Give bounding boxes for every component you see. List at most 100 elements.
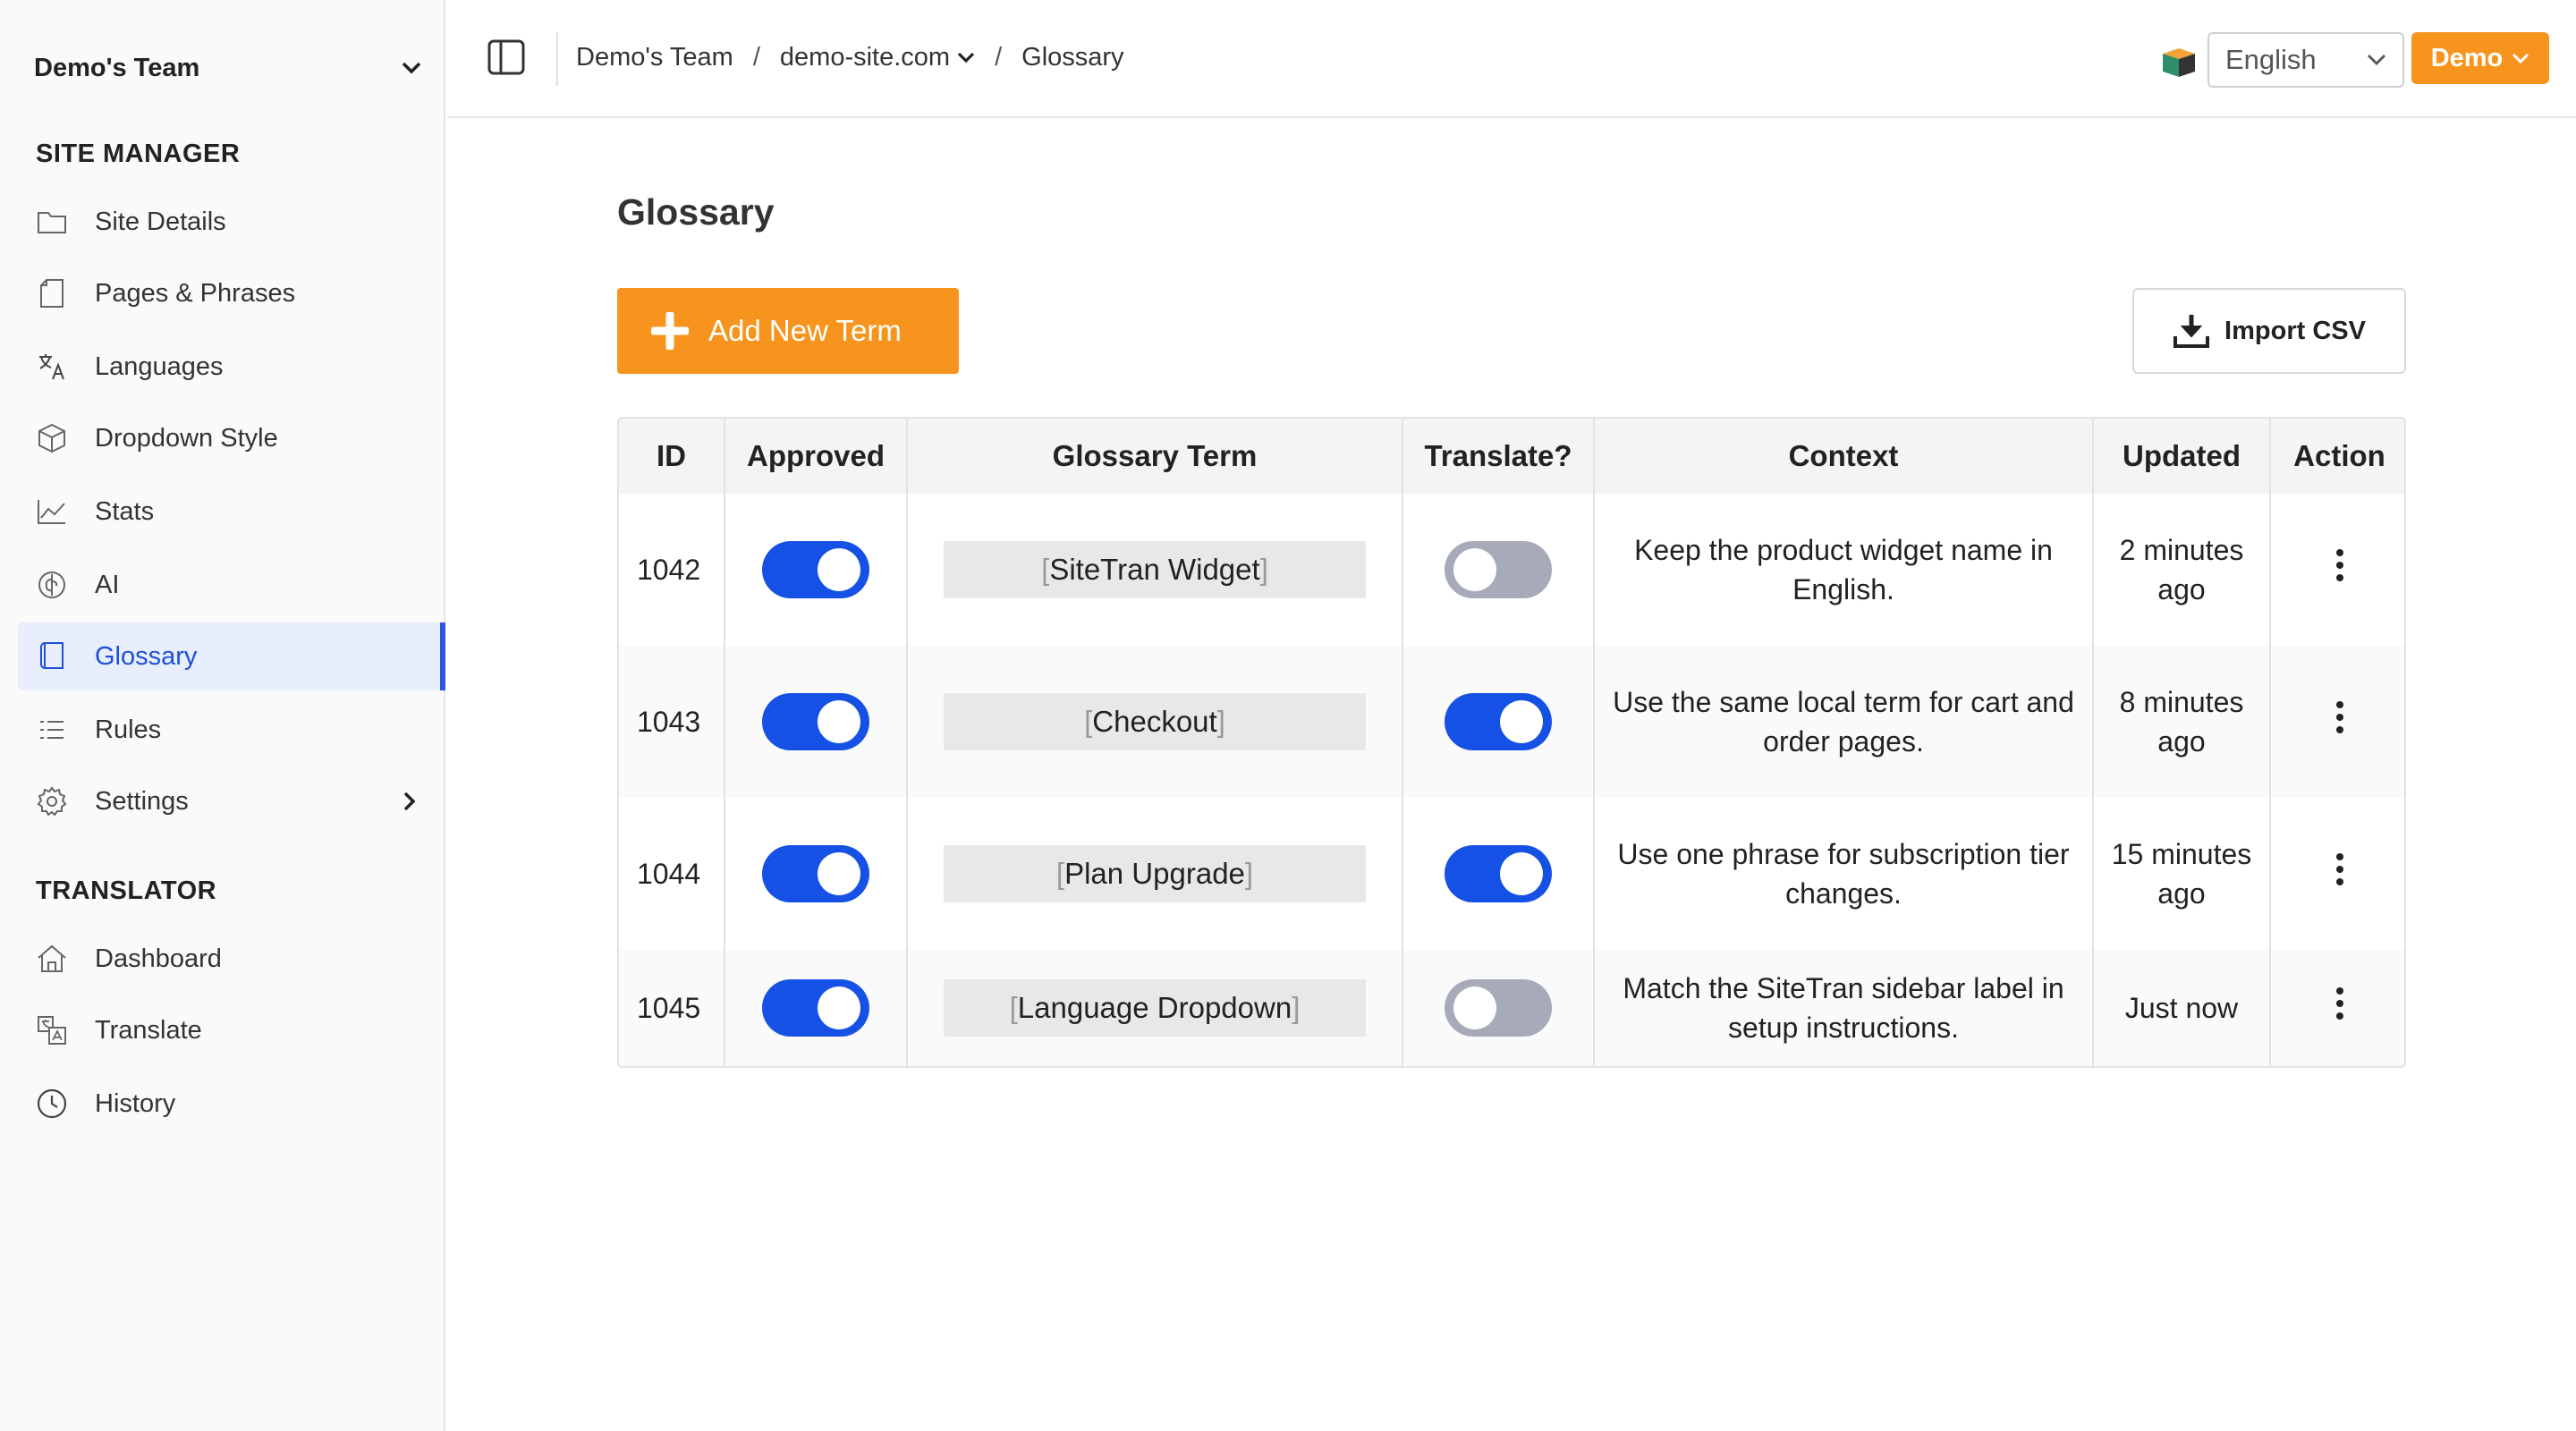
kebab-menu-icon[interactable]	[2335, 547, 2344, 583]
sidebar-item-label: Dashboard	[95, 944, 222, 973]
kebab-menu-icon[interactable]	[2335, 699, 2344, 735]
download-icon	[2174, 315, 2210, 348]
team-switcher[interactable]: Demo's Team	[34, 50, 428, 86]
sidebar-item-languages[interactable]: Languages	[18, 333, 445, 401]
column-header-term: Glossary Term	[907, 419, 1403, 494]
import-csv-button[interactable]: Import CSV	[2132, 288, 2406, 374]
chevron-down-icon	[957, 52, 975, 64]
term-context: Use one phrase for subscription tier cha…	[1594, 798, 2094, 950]
glossary-term: [Checkout]	[944, 693, 1366, 750]
column-header-approved: Approved	[724, 419, 908, 494]
translate-doc-icon	[36, 1014, 68, 1046]
site-manager-heading: SITE MANAGER	[36, 140, 241, 168]
sidebar-item-dashboard[interactable]: Dashboard	[18, 925, 445, 993]
sidebar-item-history[interactable]: History	[18, 1070, 445, 1138]
sidebar-item-dropdown-style[interactable]: Dropdown Style	[18, 404, 445, 472]
glossary-term: [Language Dropdown]	[944, 979, 1366, 1037]
sidebar-item-ai[interactable]: AI	[18, 551, 445, 619]
sidebar-toggle-icon[interactable]	[487, 38, 526, 77]
divider	[556, 32, 558, 86]
line-chart-icon	[36, 495, 68, 528]
translate-toggle[interactable]	[1445, 845, 1552, 902]
term-context: Match the SiteTran sidebar label in setu…	[1594, 950, 2094, 1066]
sidebar-item-pages-phrases[interactable]: Pages & Phrases	[18, 259, 445, 327]
list-icon	[36, 714, 68, 746]
kebab-menu-icon[interactable]	[2335, 986, 2344, 1021]
glossary-term-text: Checkout	[1092, 705, 1217, 738]
sidebar-item-label: Site Details	[95, 207, 226, 236]
language-flag-icon	[2161, 45, 2197, 80]
top-bar: Demo's Team / demo-site.com / Glossary E…	[447, 0, 2576, 118]
plus-icon	[651, 312, 689, 350]
translate-toggle[interactable]	[1445, 979, 1552, 1037]
translate-toggle[interactable]	[1445, 693, 1552, 750]
term-context: Keep the product widget name in English.	[1594, 494, 2094, 646]
sidebar-item-label: Rules	[95, 715, 162, 744]
translate-toggle[interactable]	[1445, 541, 1552, 598]
sidebar-item-label: History	[95, 1088, 176, 1118]
home-icon	[36, 943, 68, 975]
term-context: Use the same local term for cart and ord…	[1594, 646, 2094, 798]
breadcrumb-current: Glossary	[1021, 42, 1124, 72]
language-select[interactable]: English	[2207, 32, 2404, 88]
column-header-id: ID	[619, 419, 725, 494]
chevron-down-icon	[395, 52, 428, 84]
table-header-row: ID Approved Glossary Term Translate? Con…	[619, 419, 2404, 494]
demo-menu-button[interactable]: Demo	[2411, 32, 2549, 84]
approved-toggle[interactable]	[762, 693, 869, 750]
breadcrumb-site-dropdown[interactable]: demo-site.com	[780, 43, 975, 72]
sidebar: Demo's Team SITE MANAGER Site Details Pa…	[0, 0, 445, 1431]
sidebar-item-rules[interactable]: Rules	[18, 696, 445, 764]
add-new-term-button[interactable]: Add New Term	[617, 288, 959, 374]
sidebar-item-label: Dropdown Style	[95, 423, 278, 453]
translator-heading: TRANSLATOR	[36, 876, 217, 905]
team-name: Demo's Team	[34, 53, 200, 82]
demo-label: Demo	[2430, 43, 2504, 72]
column-header-action: Action	[2270, 419, 2404, 494]
term-updated: 2 minutes ago	[2093, 494, 2271, 646]
glossary-term-text: Plan Upgrade	[1064, 857, 1245, 890]
column-header-translate: Translate?	[1402, 419, 1595, 494]
folder-icon	[36, 206, 68, 238]
add-new-term-label: Add New Term	[708, 314, 902, 347]
glossary-term-text: Language Dropdown	[1017, 991, 1292, 1024]
column-header-updated: Updated	[2093, 419, 2271, 494]
gear-icon	[36, 785, 68, 817]
glossary-term-text: SiteTran Widget	[1049, 553, 1260, 586]
glossary-term: [Plan Upgrade]	[944, 845, 1366, 902]
sidebar-item-translate[interactable]: Translate	[18, 996, 445, 1064]
sidebar-item-label: Glossary	[95, 641, 198, 671]
term-id: 1045	[619, 950, 725, 1066]
page-title: Glossary	[617, 191, 775, 233]
sidebar-item-site-details[interactable]: Site Details	[18, 188, 445, 256]
breadcrumb-separator: /	[752, 42, 760, 72]
sidebar-item-label: Languages	[95, 351, 224, 381]
approved-toggle[interactable]	[762, 845, 869, 902]
sidebar-item-settings[interactable]: Settings	[18, 767, 445, 835]
file-icon	[36, 277, 68, 309]
chevron-right-icon	[394, 785, 426, 817]
approved-toggle[interactable]	[762, 541, 869, 598]
term-updated: 8 minutes ago	[2093, 646, 2271, 798]
term-updated: 15 minutes ago	[2093, 798, 2271, 950]
column-header-context: Context	[1594, 419, 2094, 494]
breadcrumb: Demo's Team / demo-site.com / Glossary	[576, 39, 1124, 75]
language-select-value: English	[2225, 44, 2317, 75]
clock-icon	[36, 1088, 68, 1120]
glossary-table: ID Approved Glossary Term Translate? Con…	[617, 417, 2406, 1068]
sidebar-item-label: AI	[95, 570, 120, 599]
table-row: 1044 [Plan Upgrade] Use one phrase for s…	[619, 798, 2404, 950]
table-row: 1045 [Language Dropdown] Match the SiteT…	[619, 950, 2404, 1066]
sidebar-item-label: Translate	[95, 1015, 202, 1045]
cube-icon	[36, 422, 68, 454]
table-row: 1042 [SiteTran Widget] Keep the product …	[619, 494, 2404, 646]
chevron-down-icon	[2368, 55, 2385, 65]
sidebar-item-glossary[interactable]: Glossary	[18, 622, 445, 690]
approved-toggle[interactable]	[762, 979, 869, 1037]
sidebar-item-stats[interactable]: Stats	[18, 478, 445, 546]
breadcrumb-team[interactable]: Demo's Team	[576, 43, 733, 72]
breadcrumb-site: demo-site.com	[779, 42, 951, 72]
kebab-menu-icon[interactable]	[2335, 851, 2344, 887]
term-id: 1043	[619, 646, 725, 798]
breadcrumb-separator: /	[995, 42, 1003, 72]
